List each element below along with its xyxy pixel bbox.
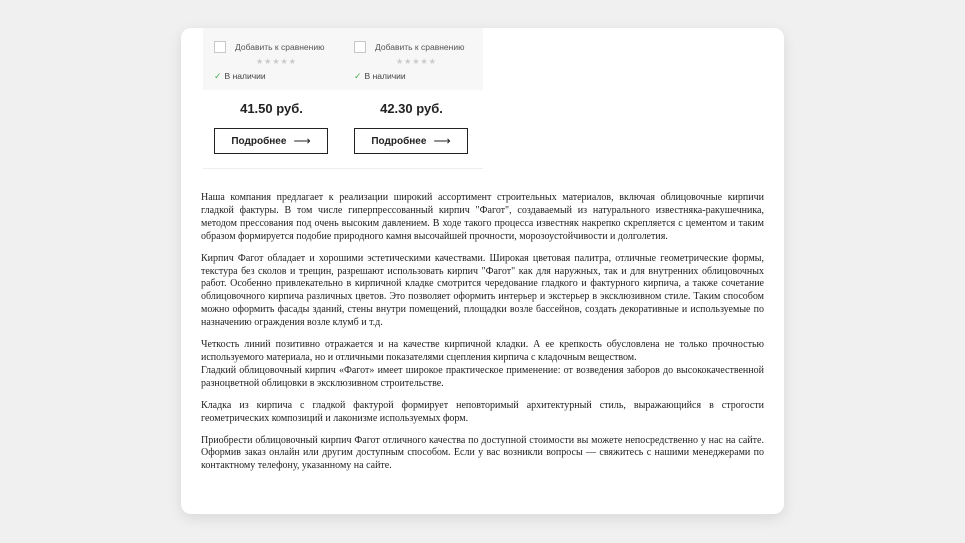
details-button-label: Подробнее [371, 135, 427, 147]
content-card: Добавить к сравнению ★★★★★ ✓ В наличии 4… [181, 28, 784, 514]
details-button[interactable]: Подробнее ⟶ [214, 128, 328, 154]
details-button-label: Подробнее [231, 135, 287, 147]
rating-stars-icon[interactable]: ★★★★★ [396, 57, 437, 66]
compare-checkbox[interactable] [354, 41, 366, 53]
rating-stars-icon[interactable]: ★★★★★ [256, 57, 297, 66]
details-button[interactable]: Подробнее ⟶ [354, 128, 468, 154]
article-paragraph: Гладкий облицовочный кирпич «Фагот» имее… [201, 364, 764, 389]
stock-status: ✓ В наличии [214, 71, 266, 81]
stock-label: В наличии [364, 71, 406, 81]
article-paragraph: Наша компания предлагает к реализации ши… [201, 192, 764, 242]
long-arrow-right-icon: ⟶ [293, 134, 311, 148]
compare-checkbox[interactable] [214, 41, 226, 53]
compare-toggle[interactable]: Добавить к сравнению [214, 40, 324, 54]
article-paragraph: Кладка из кирпича с гладкой фактурой фор… [201, 399, 764, 424]
article-paragraph: Кирпич Фагот обладает и хорошими эстетич… [201, 252, 764, 329]
check-icon: ✓ [214, 70, 222, 81]
article-text: Наша компания предлагает к реализации ши… [201, 192, 764, 482]
check-icon: ✓ [354, 70, 362, 81]
long-arrow-right-icon: ⟶ [433, 134, 451, 148]
product-card: Добавить к сравнению ★★★★★ ✓ В наличии 4… [354, 28, 484, 168]
product-price: 42.30 руб. [380, 101, 443, 116]
product-card: Добавить к сравнению ★★★★★ ✓ В наличии 4… [214, 28, 344, 168]
compare-label[interactable]: Добавить к сравнению [235, 42, 324, 52]
product-price: 41.50 руб. [240, 101, 303, 116]
product-list: Добавить к сравнению ★★★★★ ✓ В наличии 4… [203, 28, 483, 169]
compare-toggle[interactable]: Добавить к сравнению [354, 40, 464, 54]
article-paragraph: Четкость линий позитивно отражается и на… [201, 339, 764, 363]
compare-label[interactable]: Добавить к сравнению [375, 42, 464, 52]
stock-status: ✓ В наличии [354, 71, 406, 81]
article-paragraph: Приобрести облицовочный кирпич Фагот отл… [201, 434, 764, 472]
stock-label: В наличии [224, 71, 266, 81]
